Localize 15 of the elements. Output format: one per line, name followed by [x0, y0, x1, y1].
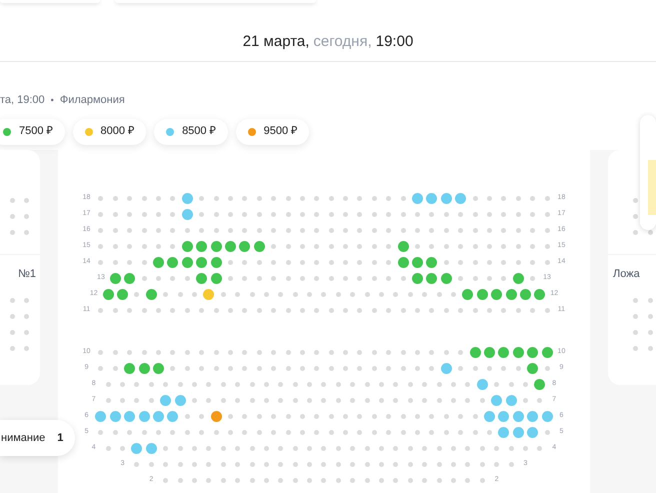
separator: •	[50, 94, 54, 106]
section-label: №1	[18, 267, 36, 282]
time-text: 19:00	[376, 32, 414, 52]
attention-count: 1	[57, 430, 64, 446]
price-chip[interactable]: 9500 ₽	[236, 118, 310, 144]
today-text: сегодня,	[313, 32, 372, 52]
venue-name: Филармония	[60, 93, 125, 108]
attention-pill[interactable]: нимание 1	[0, 420, 75, 456]
price-chip[interactable]: 8500 ₽	[154, 118, 228, 144]
section-label: Ложа	[613, 267, 640, 282]
price-chip[interactable]: 7500 ₽	[0, 118, 65, 144]
attention-label: нимание	[1, 430, 46, 446]
date-text: 21 марта,	[242, 32, 310, 52]
price-chip[interactable]: 8000 ₽	[72, 118, 146, 144]
event-time: та, 19:00	[0, 93, 45, 108]
